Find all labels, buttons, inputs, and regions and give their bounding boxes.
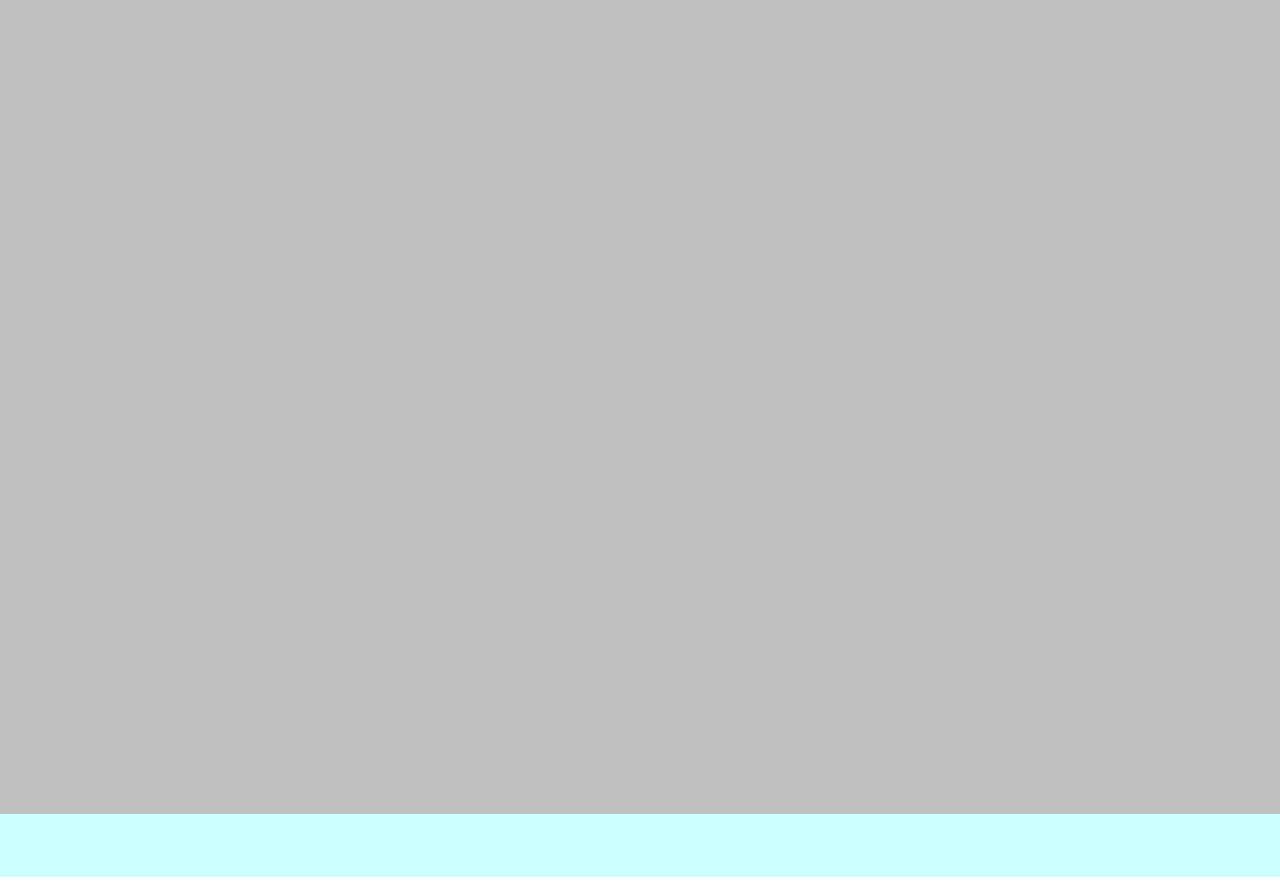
bottom-strip bbox=[0, 877, 1280, 881]
weather-chart bbox=[0, 0, 1280, 881]
statistics-table bbox=[0, 814, 1280, 877]
